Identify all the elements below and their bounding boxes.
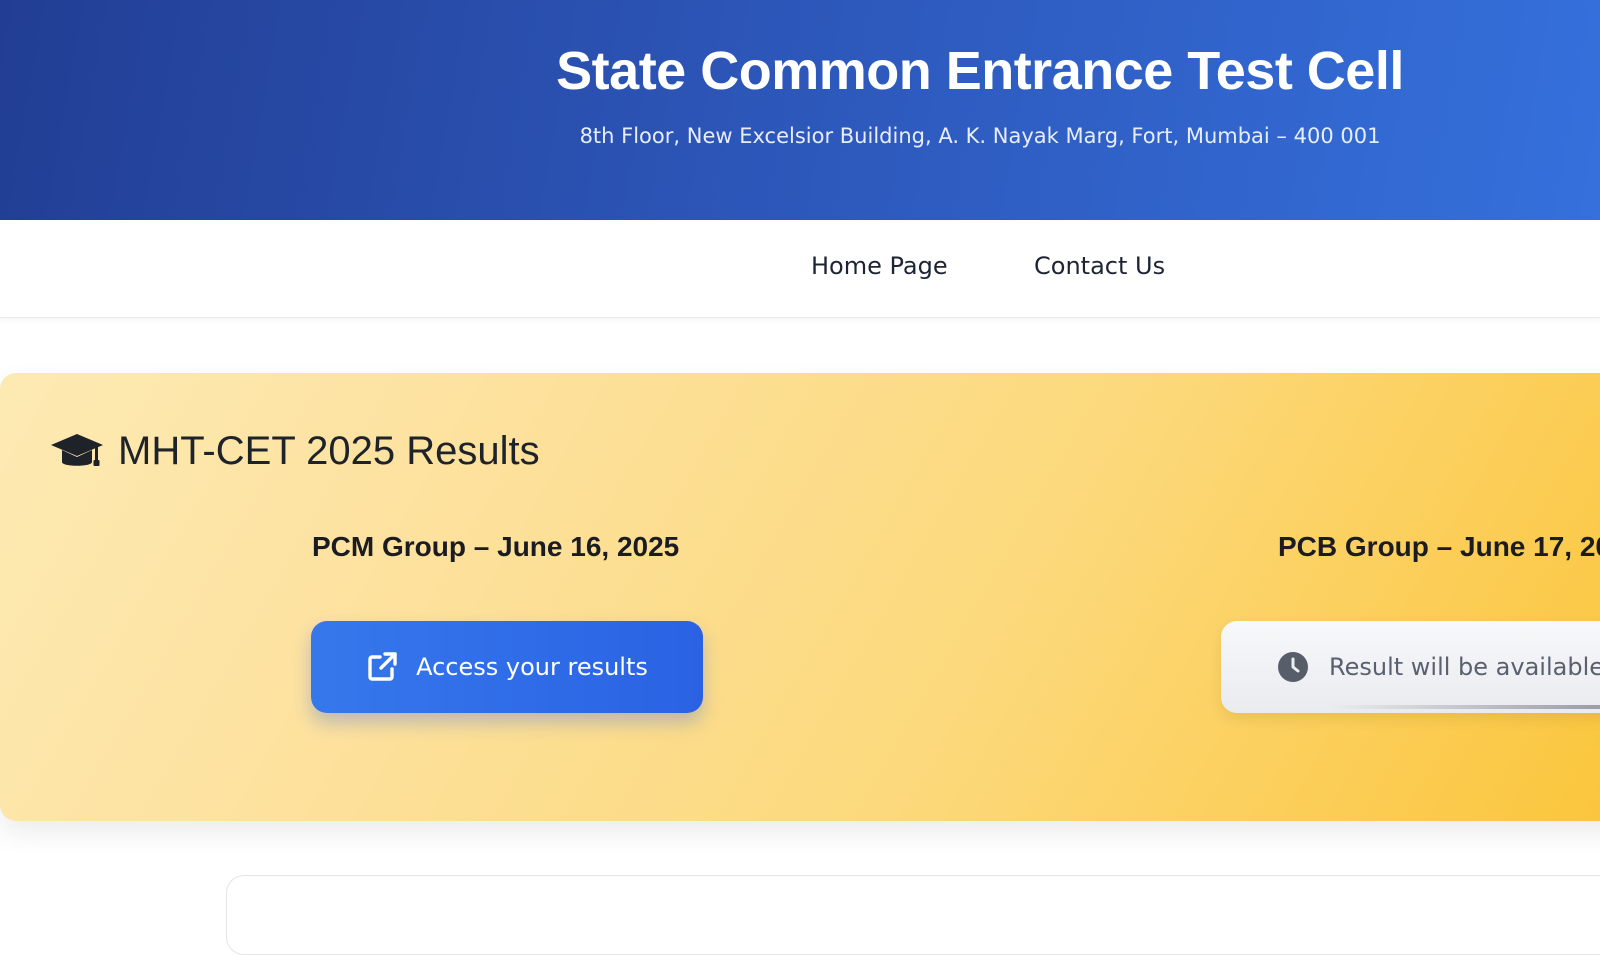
- graduation-cap-icon: [51, 433, 103, 466]
- nav-contact-link[interactable]: Contact Us: [1034, 252, 1165, 280]
- pcb-group-label: PCB Group – June 17, 2025: [1278, 531, 1600, 562]
- clock-icon: [1278, 652, 1308, 682]
- pcb-status-text: Result will be available soon: [1329, 653, 1600, 681]
- site-header: State Common Entrance Test Cell 8th Floo…: [0, 0, 1600, 220]
- main-nav: Home Page Contact Us: [0, 220, 1600, 318]
- status-shimmer-bar: [1331, 705, 1600, 709]
- results-card: MHT-CET 2025 Results PCM Group – June 16…: [0, 373, 1600, 821]
- access-results-button[interactable]: Access your results: [311, 621, 703, 713]
- nav-home-link[interactable]: Home Page: [811, 252, 948, 280]
- external-link-icon: [368, 652, 397, 681]
- pcm-group-label: PCM Group – June 16, 2025: [312, 531, 680, 562]
- results-heading: MHT-CET 2025 Results: [50, 429, 540, 474]
- next-section-card: [226, 875, 1600, 955]
- site-title: State Common Entrance Test Cell: [556, 41, 1404, 101]
- site-address: 8th Floor, New Excelsior Building, A. K.…: [579, 124, 1381, 148]
- results-title: MHT-CET 2025 Results: [118, 429, 540, 473]
- pcb-result-status: Result will be available soon: [1221, 621, 1600, 713]
- access-results-label: Access your results: [416, 653, 648, 681]
